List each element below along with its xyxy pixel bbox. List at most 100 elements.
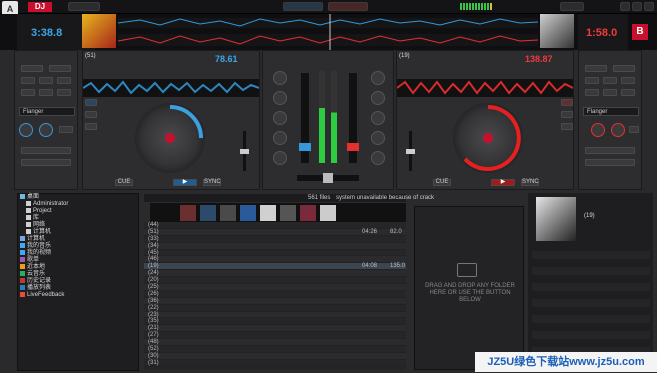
table-row[interactable]: (23) (144, 311, 406, 319)
menu-button[interactable] (68, 2, 100, 11)
tree-item[interactable]: 库 (18, 215, 138, 222)
filter-knob[interactable] (371, 151, 385, 165)
deck-right-side-button[interactable] (561, 123, 573, 130)
sidelist-drop-zone[interactable]: DRAG AND DROP ANY FOLDER HERE OR USE THE… (414, 206, 524, 370)
tree-item[interactable]: 我的视频 (18, 250, 138, 257)
hotcue-button[interactable] (57, 77, 71, 84)
deck-right-side-button[interactable] (561, 99, 573, 106)
cover-flow[interactable] (150, 203, 406, 223)
tree-item[interactable]: 计算机 (18, 236, 138, 243)
tree-item[interactable]: 歌单 (18, 257, 138, 264)
sampler-button[interactable] (21, 159, 71, 166)
sampler-button[interactable] (585, 159, 635, 166)
effect-knob[interactable] (611, 123, 625, 137)
cue-button[interactable]: CUE (433, 179, 451, 186)
loop-button[interactable] (49, 65, 71, 72)
effect-knob[interactable] (39, 123, 53, 137)
eq-mid-knob[interactable] (371, 111, 385, 125)
table-row[interactable]: (46) (144, 256, 406, 264)
tree-item[interactable]: 桌面 (18, 194, 138, 201)
effect-select[interactable]: Flanger (583, 107, 639, 116)
table-row[interactable]: (35) (144, 318, 406, 326)
effect-knob[interactable] (591, 123, 605, 137)
tree-item[interactable]: LiveFeedback (18, 292, 138, 299)
table-row[interactable]: (19) 04:08 135.0 (144, 263, 406, 271)
deck-right-side-button[interactable] (561, 111, 573, 118)
crossfader[interactable] (297, 173, 359, 183)
gain-knob[interactable] (371, 71, 385, 85)
hotcue-button[interactable] (603, 89, 617, 96)
hotcue-button[interactable] (21, 77, 35, 84)
table-row[interactable]: (20) (144, 277, 406, 285)
table-row[interactable]: (52) (144, 346, 406, 353)
tree-item[interactable]: 历史记录 (18, 278, 138, 285)
volume-fader-left[interactable] (299, 73, 311, 163)
effect-knob[interactable] (19, 123, 33, 137)
effect-select[interactable]: Flanger (19, 107, 75, 116)
volume-fader-right[interactable] (347, 73, 359, 163)
sampler-button[interactable] (585, 147, 635, 154)
hotcue-button[interactable] (57, 89, 71, 96)
loop-button[interactable] (21, 65, 43, 72)
tree-item[interactable]: 云音乐 (18, 271, 138, 278)
tree-item[interactable]: 我的音乐 (18, 243, 138, 250)
play-button[interactable]: ▶ (173, 179, 197, 186)
table-row[interactable]: (31) (144, 360, 406, 367)
pitch-slider[interactable] (406, 131, 415, 171)
table-row[interactable]: (24) (144, 270, 406, 278)
table-row[interactable]: (45) (144, 250, 406, 257)
deck-left-side-button[interactable] (85, 123, 97, 130)
play-button[interactable]: ▶ (491, 179, 515, 186)
eq-high-knob[interactable] (371, 91, 385, 105)
hotcue-button[interactable] (585, 89, 599, 96)
deck-left-side-button[interactable] (85, 99, 97, 106)
tree-item[interactable]: 网络 (18, 222, 138, 229)
hotcue-button[interactable] (39, 89, 53, 96)
table-row[interactable]: (21) (144, 325, 406, 333)
table-row[interactable]: (27) (144, 332, 406, 340)
effect-toggle[interactable] (629, 126, 639, 133)
table-row[interactable]: (44) (144, 222, 406, 229)
sampler-button[interactable] (21, 147, 71, 154)
eq-mid-knob[interactable] (273, 111, 287, 125)
tree-item[interactable]: 计算机 (18, 229, 138, 236)
gain-knob[interactable] (273, 71, 287, 85)
deck-left-jog-wheel[interactable] (135, 103, 205, 173)
tree-item[interactable]: 近本地 (18, 264, 138, 271)
table-row[interactable]: (36) (144, 297, 406, 305)
loop-button[interactable] (613, 65, 635, 72)
eq-low-knob[interactable] (273, 131, 287, 145)
hotcue-button[interactable] (585, 77, 599, 84)
effect-toggle[interactable] (59, 126, 73, 133)
eq-high-knob[interactable] (273, 91, 287, 105)
tree-item[interactable]: 播放列表 (18, 285, 138, 292)
cue-button[interactable]: CUE (115, 179, 133, 186)
hotcue-button[interactable] (39, 77, 53, 84)
minimize-button[interactable] (620, 2, 630, 11)
table-row[interactable]: (33) (144, 236, 406, 243)
table-row[interactable]: (48) (144, 339, 406, 347)
maximize-button[interactable] (632, 2, 642, 11)
loop-button[interactable] (585, 65, 607, 72)
hotcue-button[interactable] (603, 77, 617, 84)
record-button[interactable] (560, 2, 584, 11)
table-row[interactable]: (25) (144, 284, 406, 291)
hotcue-button[interactable] (621, 89, 635, 96)
deck-right-jog-wheel[interactable] (453, 103, 523, 173)
close-button[interactable] (644, 2, 654, 11)
deck-left-side-button[interactable] (85, 111, 97, 118)
table-row[interactable]: (22) (144, 305, 406, 312)
table-row[interactable]: (26) (144, 291, 406, 298)
table-row[interactable]: (51) 04:26 82.0 (144, 228, 406, 236)
eq-low-knob[interactable] (371, 131, 385, 145)
tree-item[interactable]: Administrator (18, 201, 138, 208)
hotcue-button[interactable] (21, 89, 35, 96)
filter-knob[interactable] (273, 151, 287, 165)
tree-item[interactable]: Project (18, 208, 138, 215)
sync-button[interactable]: SYNC (203, 179, 221, 186)
table-row[interactable]: (30) (144, 352, 406, 360)
sync-button[interactable]: SYNC (521, 179, 539, 186)
deck-right-badge[interactable]: B (632, 24, 648, 40)
hotcue-button[interactable] (621, 77, 635, 84)
pitch-slider[interactable] (240, 131, 249, 171)
